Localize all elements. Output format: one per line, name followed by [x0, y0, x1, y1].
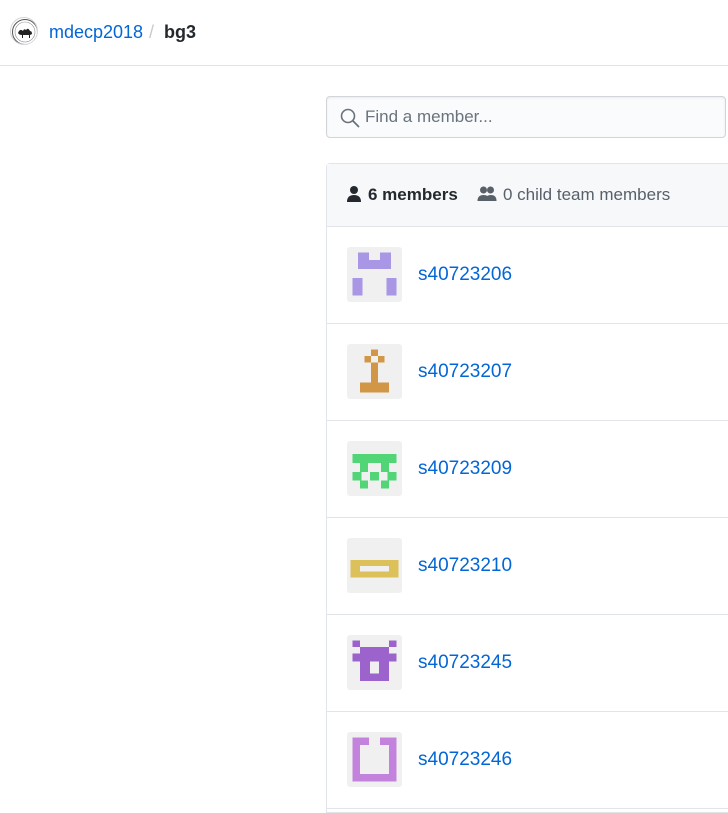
- member-login-link[interactable]: s40723209: [418, 457, 512, 481]
- person-icon: [347, 186, 361, 202]
- members-tab[interactable]: 6 members: [346, 183, 458, 207]
- member-login-link[interactable]: s40723206: [418, 263, 512, 287]
- member-avatar[interactable]: [347, 247, 402, 302]
- identicon-icon: [350, 560, 399, 578]
- identicon-icon: [360, 349, 389, 393]
- identicon-icon: [352, 640, 397, 682]
- identicon-icon: [352, 737, 397, 782]
- identicon-icon: [352, 252, 397, 296]
- breadcrumb-team-name: bg3: [164, 22, 197, 42]
- breadcrumb-org-link[interactable]: mdecp2018: [49, 21, 143, 43]
- people-icon: [477, 186, 497, 201]
- members-count-label: 6 members: [368, 185, 458, 204]
- member-search: [326, 96, 726, 138]
- search-input[interactable]: [365, 97, 715, 137]
- members-panel-header: 6 members 0 child team members: [327, 164, 728, 227]
- search-icon: [340, 108, 360, 128]
- member-login-link[interactable]: s40723207: [418, 360, 512, 384]
- member-row: s40723207: [327, 324, 728, 421]
- members-panel: 6 members 0 child team members s40723206: [326, 163, 728, 813]
- child-members-count-label: 0 child team members: [503, 185, 671, 204]
- identicon-icon: [352, 454, 397, 489]
- top-bar: mdecp2018 / bg3: [0, 0, 728, 66]
- member-row: s40723246: [327, 712, 728, 809]
- member-avatar[interactable]: [347, 732, 402, 787]
- member-row: s40723209: [327, 421, 728, 518]
- child-team-members-tab[interactable]: 0 child team members: [477, 183, 670, 207]
- member-avatar[interactable]: [347, 441, 402, 496]
- member-avatar[interactable]: [347, 344, 402, 399]
- breadcrumb-separator: /: [149, 22, 155, 42]
- member-row: s40723210: [327, 518, 728, 615]
- member-row: s40723206: [327, 227, 728, 324]
- org-avatar[interactable]: [10, 17, 38, 45]
- member-row: s40723245: [327, 615, 728, 712]
- member-avatar[interactable]: [347, 635, 402, 690]
- member-login-link[interactable]: s40723210: [418, 554, 512, 578]
- member-login-link[interactable]: s40723246: [418, 748, 512, 772]
- member-login-link[interactable]: s40723245: [418, 651, 512, 675]
- member-avatar[interactable]: [347, 538, 402, 593]
